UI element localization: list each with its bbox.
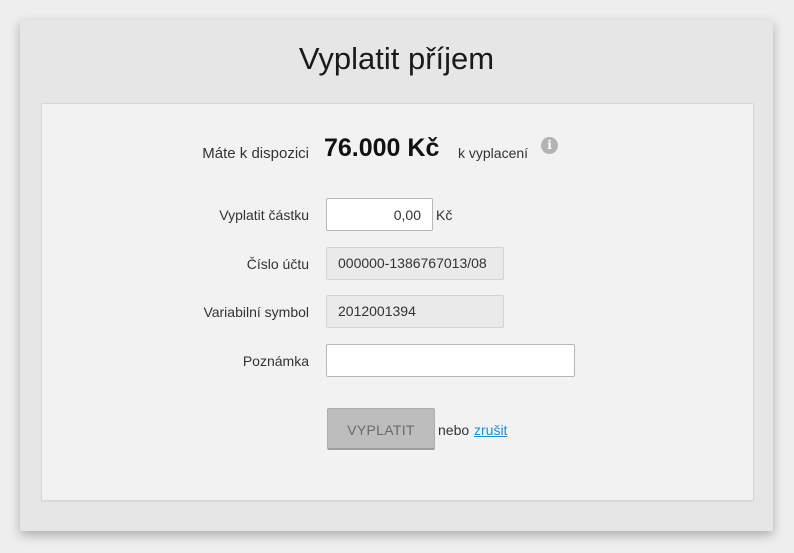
cancel-link[interactable]: zrušit — [474, 420, 507, 440]
available-suffix: k vyplacení — [458, 145, 529, 161]
account-number-label: Číslo účtu — [246, 256, 309, 272]
payout-form-panel: Máte k dispozici 76.000 Kč k vyplacení i… — [41, 103, 754, 501]
note-input[interactable] — [326, 344, 575, 377]
or-text: nebo — [438, 422, 470, 438]
variable-symbol-label: Variabilní symbol — [203, 304, 309, 320]
note-label: Poznámka — [242, 353, 309, 369]
amount-input[interactable] — [326, 198, 433, 231]
payout-dialog: Vyplatit příjem Máte k dispozici 76.000 … — [20, 20, 773, 531]
account-number-field: 000000-1386767013/08 — [326, 247, 504, 280]
dialog-title: Vyplatit příjem — [298, 41, 495, 76]
pay-button[interactable]: VYPLATIT — [327, 408, 435, 450]
available-amount: 76.000 Kč — [324, 134, 440, 162]
variable-symbol-field: 2012001394 — [326, 295, 504, 328]
currency-label: Kč — [436, 207, 453, 223]
available-label: Máte k dispozici — [202, 145, 309, 162]
amount-label: Vyplatit částku — [219, 207, 309, 223]
info-icon[interactable]: i — [541, 137, 558, 154]
